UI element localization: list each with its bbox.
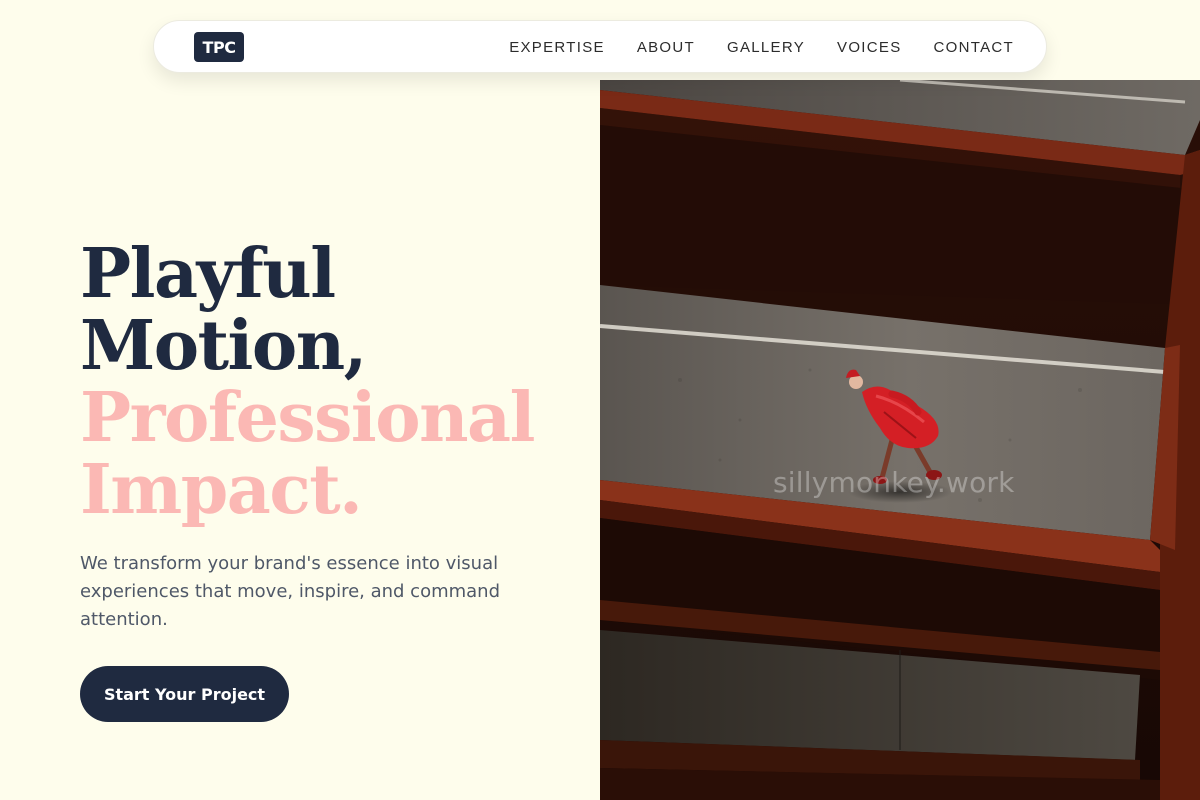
nav-link-expertise[interactable]: EXPERTISE — [509, 39, 605, 56]
hero-title-line-4: Impact. — [80, 450, 363, 530]
landing-page: TPC EXPERTISE ABOUT GALLERY VOICES CONTA… — [0, 0, 1200, 800]
hero-title-line-3: Professional — [80, 378, 535, 458]
nav-link-about[interactable]: ABOUT — [637, 39, 695, 56]
top-navigation: TPC EXPERTISE ABOUT GALLERY VOICES CONTA… — [153, 20, 1047, 73]
hero-title-line-2: Motion, — [80, 306, 367, 386]
nav-link-gallery[interactable]: GALLERY — [727, 39, 805, 56]
hero-description: We transform your brand's essence into v… — [80, 553, 501, 630]
nav-links: EXPERTISE ABOUT GALLERY VOICES CONTACT — [509, 21, 1014, 74]
nav-link-voices[interactable]: VOICES — [837, 39, 901, 56]
hero-title-line-1: Playful — [80, 234, 336, 314]
nav-link-contact[interactable]: CONTACT — [934, 39, 1014, 56]
start-project-button[interactable]: Start Your Project — [80, 666, 289, 722]
brand-logo[interactable]: TPC — [194, 32, 244, 62]
hero-photo: sillymonkey.work — [600, 80, 1200, 800]
parking-garage-illustration — [600, 80, 1200, 800]
photo-watermark: sillymonkey.work — [773, 466, 1015, 499]
hero-title: Playful Motion, Professional Impact. — [80, 238, 580, 526]
